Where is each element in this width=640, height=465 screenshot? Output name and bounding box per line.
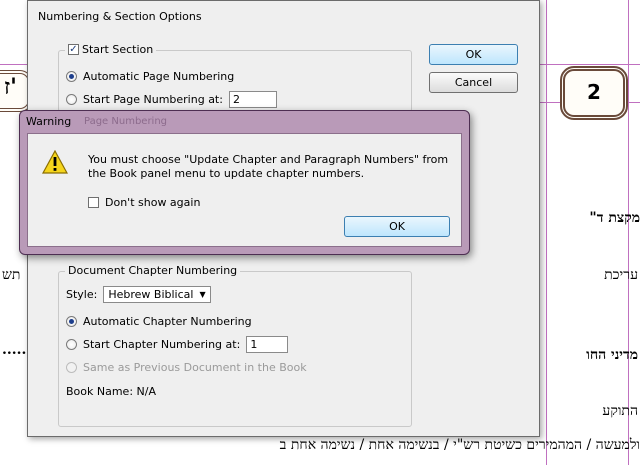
- dont-show-again-option[interactable]: Don't show again: [88, 196, 200, 209]
- start-chapter-option[interactable]: Start Chapter Numbering at: 1: [66, 336, 289, 353]
- cancel-button[interactable]: Cancel: [429, 72, 518, 93]
- doc-line: התוקע: [602, 403, 638, 419]
- start-section-checkbox[interactable]: ✓: [68, 44, 79, 55]
- doc-line: תש: [2, 267, 21, 283]
- ok-button[interactable]: OK: [429, 44, 518, 65]
- dont-show-again-checkbox[interactable]: [88, 197, 99, 208]
- style-label: Style:: [66, 288, 98, 301]
- start-chapter-radio[interactable]: [66, 339, 77, 350]
- style-row: Style: Hebrew Biblical ▼: [66, 286, 211, 303]
- book-name-text: Book Name: N/A: [66, 385, 156, 398]
- warning-ghost-text: Page Numbering: [84, 116, 168, 127]
- warning-ok-button[interactable]: OK: [344, 216, 450, 237]
- start-page-numbering-option[interactable]: Start Page Numbering at: 2: [66, 91, 277, 108]
- start-section-legend: ✓ Start Section: [65, 43, 157, 56]
- style-value: Hebrew Biblical: [108, 288, 194, 301]
- doc-heading: מדיני החו: [586, 347, 638, 363]
- same-as-previous-radio[interactable]: [66, 362, 77, 373]
- auto-page-label: Automatic Page Numbering: [83, 70, 235, 83]
- chapter-numbering-legend: Document Chapter Numbering: [65, 264, 241, 277]
- warning-message-line2: the Book panel menu to update chapter nu…: [88, 167, 365, 180]
- dont-show-again-label: Don't show again: [105, 196, 201, 209]
- dialog-title: Numbering & Section Options: [38, 10, 202, 23]
- auto-page-radio[interactable]: [66, 71, 77, 82]
- guide-line: [546, 0, 547, 465]
- start-chapter-label: Start Chapter Numbering at:: [83, 338, 241, 351]
- auto-page-numbering-option[interactable]: Automatic Page Numbering: [66, 70, 234, 83]
- same-as-previous-label: Same as Previous Document in the Book: [83, 361, 307, 374]
- chapter-letter: ז': [4, 74, 17, 100]
- warning-message-line1: You must choose "Update Chapter and Para…: [88, 153, 449, 166]
- warning-message: You must choose "Update Chapter and Para…: [88, 153, 448, 181]
- start-chapter-input[interactable]: 1: [246, 336, 289, 353]
- ornament-frame-right: 2: [560, 66, 628, 120]
- style-select[interactable]: Hebrew Biblical ▼: [103, 286, 211, 303]
- chevron-down-icon: ▼: [199, 290, 206, 299]
- doc-line: עריכת: [604, 267, 638, 283]
- warning-body: You must choose "Update Chapter and Para…: [27, 133, 462, 247]
- warning-title: Warning: [26, 115, 72, 128]
- warning-dialog: Warning Page Numbering You must choose "…: [19, 110, 470, 255]
- page-number: 2: [587, 80, 601, 104]
- auto-chapter-radio[interactable]: [66, 316, 77, 327]
- start-page-label: Start Page Numbering at:: [83, 93, 223, 106]
- same-as-previous-option[interactable]: Same as Previous Document in the Book: [66, 361, 307, 374]
- warning-triangle-icon: [42, 150, 68, 174]
- doc-line: ולמעשה / המהמירים כשיטת רש"י / בנשימה אח…: [279, 437, 640, 453]
- start-page-input[interactable]: 2: [228, 91, 277, 108]
- auto-chapter-option[interactable]: Automatic Chapter Numbering: [66, 315, 252, 328]
- auto-chapter-label: Automatic Chapter Numbering: [83, 315, 252, 328]
- start-section-label: Start Section: [82, 43, 154, 56]
- doc-heading: מקצת ד": [589, 210, 640, 226]
- guide-line: [628, 0, 629, 465]
- start-page-radio[interactable]: [66, 94, 77, 105]
